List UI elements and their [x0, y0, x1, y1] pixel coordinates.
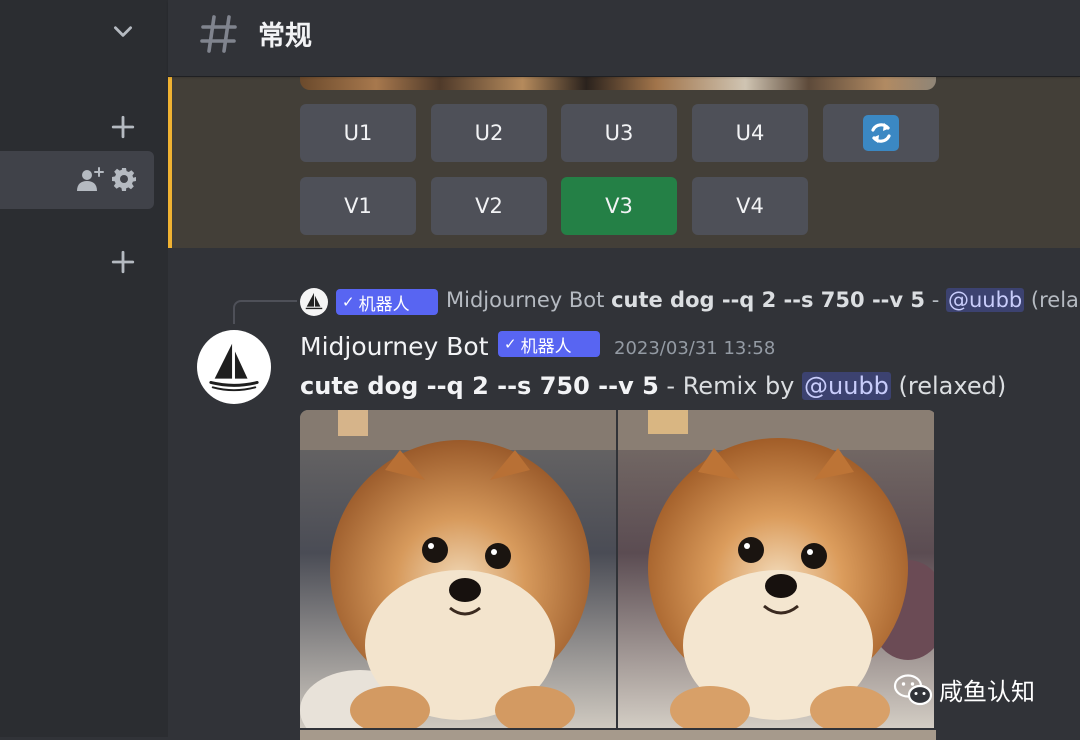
upscale-button-2[interactable]: U2 — [431, 104, 547, 162]
add-member-icon[interactable] — [75, 166, 105, 192]
upscale-button-3[interactable]: U3 — [561, 104, 677, 162]
reply-suffix: (rela — [1030, 288, 1079, 312]
grid-bottom-row — [300, 730, 936, 740]
message-mention[interactable]: @uubb — [802, 372, 891, 400]
message-timestamp: 2023/03/31 13:58 — [614, 338, 776, 359]
gear-icon[interactable] — [112, 167, 136, 191]
reply-separator: - — [931, 288, 940, 312]
hash-icon — [200, 15, 237, 53]
chevron-down-icon[interactable] — [110, 18, 136, 44]
message-divider — [168, 248, 1080, 280]
sailboat-icon — [209, 343, 259, 392]
variation-button-2[interactable]: V2 — [431, 177, 547, 235]
image-grid[interactable] — [300, 410, 936, 740]
bot-tag: ✓ 机器人 — [336, 289, 438, 315]
reply-author: Midjourney Bot — [446, 288, 605, 312]
remix-text: - Remix by — [658, 372, 803, 400]
message-content: cute dog --q 2 --s 750 --v 5 - Remix by … — [300, 372, 1006, 400]
message-prompt: cute dog --q 2 --s 750 --v 5 — [300, 372, 659, 400]
wechat-icon — [893, 673, 933, 705]
grid-image-2[interactable] — [618, 410, 934, 728]
upscale-button-1[interactable]: U1 — [300, 104, 416, 162]
sailboat-icon — [305, 292, 323, 310]
highlight-bar — [168, 76, 172, 248]
message-suffix: (relaxed) — [890, 372, 1007, 400]
bot-tag: ✓ 机器人 — [498, 331, 600, 357]
plus-icon[interactable] — [110, 114, 136, 140]
variation-button-3-selected[interactable]: V3 — [561, 177, 677, 235]
channel-title: 常规 — [258, 21, 312, 52]
reply-preview[interactable]: Midjourney Bot cute dog --q 2 --s 750 --… — [446, 288, 1079, 312]
watermark-text: 咸鱼认知 — [939, 678, 1035, 706]
variation-button-1[interactable]: V1 — [300, 177, 416, 235]
reply-spine — [233, 300, 297, 324]
grid-image-bottom-edge[interactable] — [300, 76, 936, 90]
reply-avatar[interactable] — [300, 288, 328, 316]
bot-avatar[interactable] — [197, 330, 271, 404]
check-icon: ✓ — [504, 335, 517, 353]
reply-mention[interactable]: @uubb — [945, 288, 1025, 312]
message-author[interactable]: Midjourney Bot — [300, 332, 489, 361]
upscale-button-4[interactable]: U4 — [692, 104, 808, 162]
refresh-icon — [863, 115, 899, 151]
channel-header: 常规 — [168, 0, 1080, 76]
watermark: 咸鱼认知 — [893, 672, 1035, 707]
reply-prompt: cute dog --q 2 --s 750 --v 5 — [611, 288, 925, 312]
bot-tag-label: 机器人 — [520, 336, 572, 357]
variation-button-4[interactable]: V4 — [692, 177, 808, 235]
plus-icon[interactable] — [110, 249, 136, 275]
channel-sidebar — [0, 0, 168, 737]
reroll-button[interactable] — [823, 104, 939, 162]
bot-tag-label: 机器人 — [358, 294, 410, 315]
grid-image-1[interactable] — [300, 410, 616, 728]
check-icon: ✓ — [342, 293, 355, 311]
